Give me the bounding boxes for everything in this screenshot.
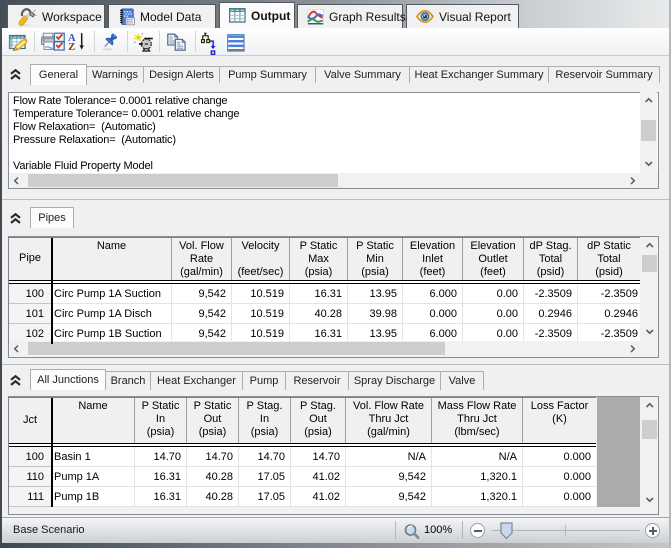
- svg-text:Z: Z: [68, 42, 75, 51]
